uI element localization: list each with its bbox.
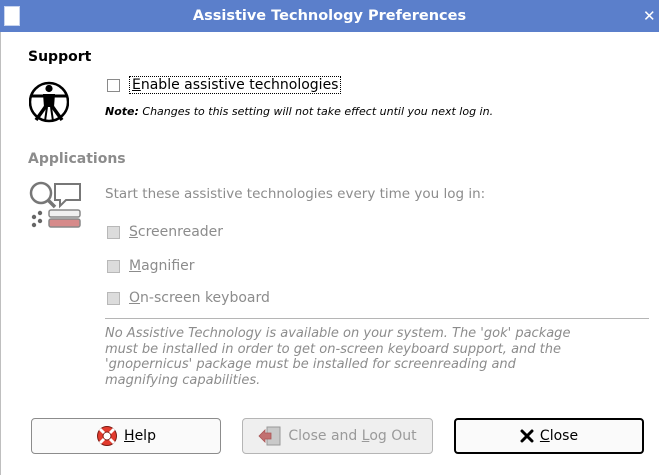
enable-assistive-checkbox-row[interactable]: Enable assistive technologies <box>107 76 342 94</box>
window-close-icon[interactable]: ✕ <box>643 0 657 32</box>
screenreader-checkbox-row[interactable]: Screenreader <box>107 224 223 240</box>
separator <box>105 318 649 319</box>
magnifier-checkbox[interactable] <box>107 259 120 273</box>
close-button-label: Close <box>539 428 579 444</box>
vitruvian-man-icon <box>29 81 69 123</box>
x-icon <box>520 429 534 443</box>
lifebuoy-icon <box>96 425 118 447</box>
window-title: Assistive Technology Preferences <box>192 8 467 24</box>
onscreen-keyboard-checkbox[interactable] <box>107 291 120 305</box>
onscreen-keyboard-label: On-screen keyboard <box>129 290 270 306</box>
enable-assistive-checkbox[interactable] <box>107 78 120 92</box>
screenreader-label: Screenreader <box>129 224 224 240</box>
support-heading: Support <box>28 49 92 65</box>
dialog-frame <box>0 32 659 475</box>
help-button-label: Help <box>124 428 156 444</box>
support-note: Note: Changes to this setting will not t… <box>105 105 494 118</box>
screenreader-checkbox[interactable] <box>107 225 120 239</box>
magnifier-label: Magnifier <box>129 258 195 274</box>
applications-heading: Applications <box>28 151 126 167</box>
enable-assistive-label[interactable]: Enable assistive technologies <box>129 76 342 94</box>
magnifier-checkbox-row[interactable]: Magnifier <box>107 258 195 274</box>
close-and-logout-button[interactable]: Close and Log Out <box>242 418 433 454</box>
close-button[interactable]: Close <box>454 418 644 454</box>
logout-icon <box>258 426 282 446</box>
title-bar[interactable]: Assistive Technology Preferences ✕ <box>0 0 659 32</box>
onscreen-keyboard-checkbox-row[interactable]: On-screen keyboard <box>107 290 270 306</box>
close-and-logout-label: Close and Log Out <box>288 428 417 444</box>
help-button[interactable]: Help <box>31 418 221 454</box>
unavailable-info-text: No Assistive Technology is available on … <box>105 326 571 388</box>
assistive-apps-icon <box>29 181 81 228</box>
applications-intro: Start these assistive technologies every… <box>105 186 486 202</box>
